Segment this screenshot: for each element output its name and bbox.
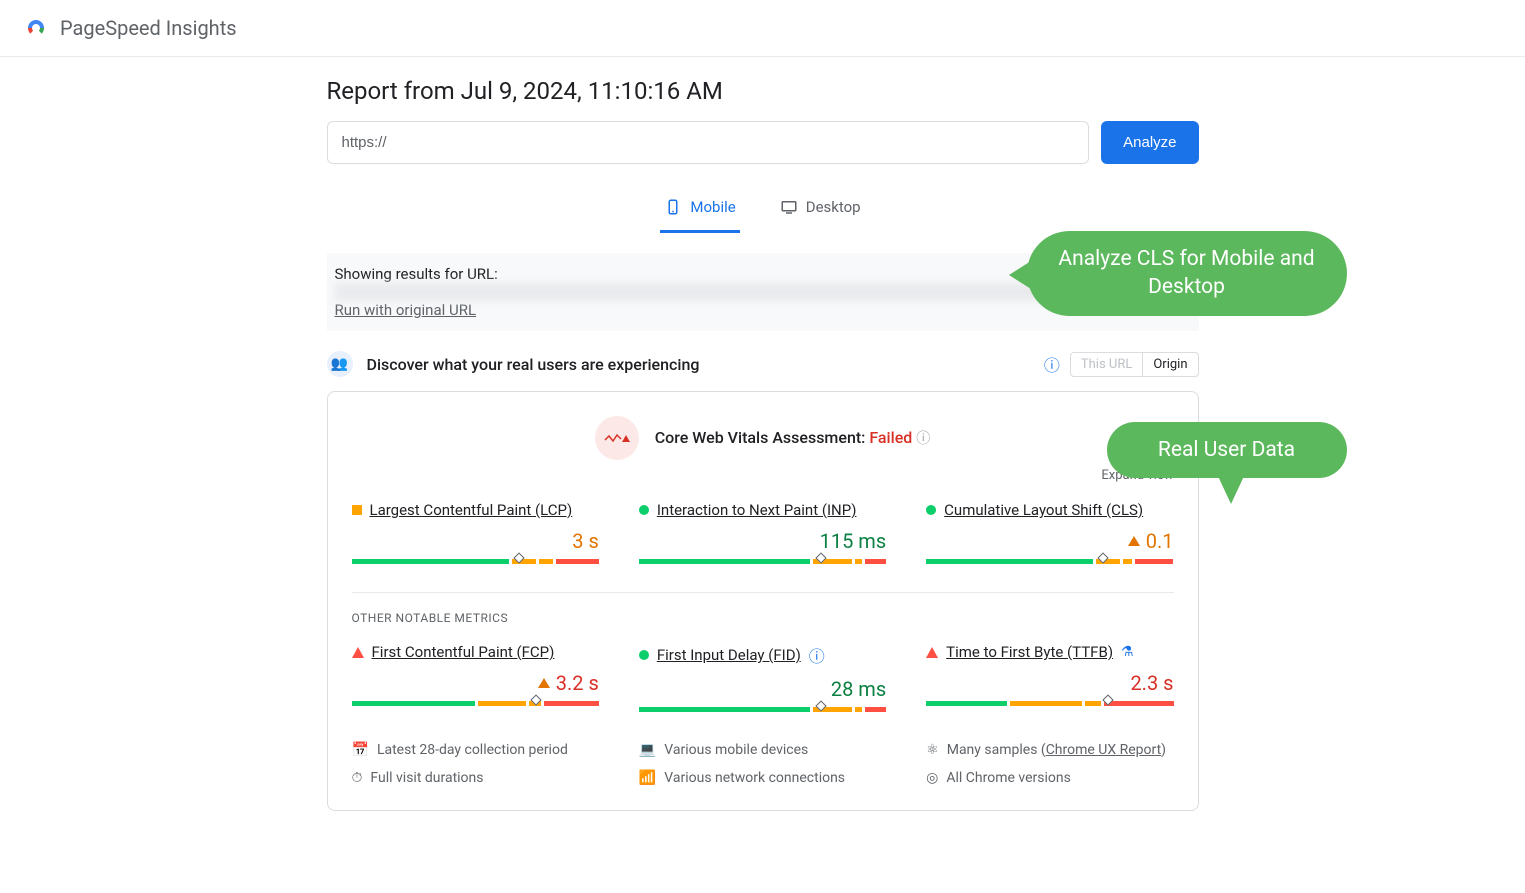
fid-bar	[639, 707, 886, 712]
status-triangle-red-icon	[352, 647, 364, 658]
status-triangle-red-icon	[926, 647, 938, 658]
tab-desktop-label: Desktop	[806, 198, 861, 216]
cwv-status: Failed	[869, 428, 912, 447]
crux-link[interactable]: Chrome UX Report	[1046, 742, 1161, 758]
callout-real-user-data: Real User Data	[1107, 422, 1347, 478]
discover-text: Discover what your real users are experi…	[367, 355, 700, 374]
lcp-bar	[352, 559, 599, 564]
metric-inp: Interaction to Next Paint (INP) 115 ms	[639, 501, 886, 564]
status-dot-green-icon	[639, 650, 649, 660]
url-row: Analyze	[327, 121, 1199, 164]
run-original-link[interactable]: Run with original URL	[335, 301, 477, 319]
tab-mobile[interactable]: Mobile	[660, 188, 739, 233]
cls-link[interactable]: Cumulative Layout Shift (CLS)	[944, 501, 1143, 519]
other-metrics-grid: First Contentful Paint (FCP) 3.2 s First…	[352, 643, 1174, 712]
report-title: Report from Jul 9, 2024, 11:10:16 AM	[327, 77, 1199, 105]
fid-value: 28 ms	[639, 677, 886, 701]
desktop-icon	[780, 198, 798, 216]
divider	[352, 592, 1174, 593]
calendar-icon: 📅	[352, 742, 369, 758]
samples-icon: ⚛	[926, 742, 939, 758]
analyze-button[interactable]: Analyze	[1101, 121, 1198, 164]
footer-period: Latest 28-day collection period	[377, 742, 568, 758]
flask-icon: ⚗	[1121, 644, 1134, 660]
footer-network: Various network connections	[664, 770, 845, 786]
field-data-card: Core Web Vitals Assessment: Failed ⓘ Exp…	[327, 391, 1199, 811]
metric-lcp: Largest Contentful Paint (LCP) 3 s	[352, 501, 599, 564]
toggle-this-url[interactable]: This URL	[1071, 353, 1143, 376]
pagespeed-logo-icon	[24, 16, 48, 40]
inp-link[interactable]: Interaction to Next Paint (INP)	[657, 501, 857, 519]
toggle-origin[interactable]: Origin	[1143, 353, 1197, 376]
results-label: Showing results for URL:	[335, 265, 498, 283]
fcp-value: 3.2 s	[556, 671, 599, 695]
inp-bar	[639, 559, 886, 564]
metric-fid: First Input Delay (FID) ⓘ 28 ms	[639, 643, 886, 712]
cwv-badge-icon	[595, 416, 639, 460]
cls-bar	[926, 559, 1173, 564]
wifi-icon: 📶	[639, 770, 656, 786]
fcp-link[interactable]: First Contentful Paint (FCP)	[372, 643, 555, 661]
device-tabs: Mobile Desktop	[327, 188, 1199, 233]
footer-devices: Various mobile devices	[664, 742, 808, 758]
users-icon: 👥	[327, 351, 353, 377]
fid-link[interactable]: First Input Delay (FID)	[657, 646, 801, 664]
metric-cls: Cumulative Layout Shift (CLS) 0.1	[926, 501, 1173, 564]
status-dot-green-icon	[639, 505, 649, 515]
mobile-icon	[664, 198, 682, 216]
metric-fcp: First Contentful Paint (FCP) 3.2 s	[352, 643, 599, 712]
expand-view-link[interactable]: Expand view	[352, 468, 1174, 483]
status-square-amber-icon	[352, 505, 362, 515]
footer-info: 📅 Latest 28-day collection period 💻 Variou…	[352, 742, 1174, 786]
lcp-value: 3 s	[352, 529, 599, 553]
footer-duration: Full visit durations	[370, 770, 483, 786]
help-icon[interactable]: ⓘ	[916, 431, 930, 447]
info-icon[interactable]: ⓘ	[809, 643, 825, 667]
info-icon[interactable]: ⓘ	[1044, 352, 1060, 376]
footer-chrome: All Chrome versions	[946, 770, 1070, 786]
cls-value: 0.1	[1146, 529, 1174, 553]
status-dot-green-icon	[926, 505, 936, 515]
url-input[interactable]	[327, 121, 1090, 164]
callout-analyze-cls: Analyze CLS for Mobile and Desktop	[1027, 231, 1347, 316]
app-title: PageSpeed Insights	[60, 16, 237, 40]
results-url-blurred: xxxxxxxxxxxxxxxxxxxxxxxxxxxxxxxxxxxxxxxx…	[335, 283, 1079, 301]
fcp-bar	[352, 701, 599, 706]
tab-desktop[interactable]: Desktop	[776, 188, 865, 233]
inp-value: 115 ms	[639, 529, 886, 553]
app-header: PageSpeed Insights	[0, 0, 1525, 57]
warning-triangle-icon	[538, 678, 550, 688]
cwv-assessment: Core Web Vitals Assessment: Failed ⓘ	[352, 416, 1174, 460]
tab-mobile-label: Mobile	[690, 198, 735, 216]
core-metrics-grid: Largest Contentful Paint (LCP) 3 s Inter…	[352, 501, 1174, 564]
footer-samples: Many samples (Chrome UX Report)	[947, 742, 1166, 758]
ttfb-link[interactable]: Time to First Byte (TTFB)	[946, 643, 1113, 661]
chrome-icon: ◎	[926, 770, 938, 786]
other-metrics-label: OTHER NOTABLE METRICS	[352, 611, 1174, 625]
warning-triangle-icon	[1128, 536, 1140, 546]
ttfb-value: 2.3 s	[926, 671, 1173, 695]
scope-toggle: This URL Origin	[1070, 352, 1199, 377]
timer-icon: ⏱	[352, 770, 363, 786]
devices-icon: 💻	[639, 742, 656, 758]
ttfb-bar	[926, 701, 1173, 706]
discover-row: 👥 Discover what your real users are expe…	[327, 351, 1199, 377]
metric-ttfb: Time to First Byte (TTFB) ⚗ 2.3 s	[926, 643, 1173, 712]
lcp-link[interactable]: Largest Contentful Paint (LCP)	[370, 501, 573, 519]
cwv-label: Core Web Vitals Assessment:	[655, 428, 866, 447]
